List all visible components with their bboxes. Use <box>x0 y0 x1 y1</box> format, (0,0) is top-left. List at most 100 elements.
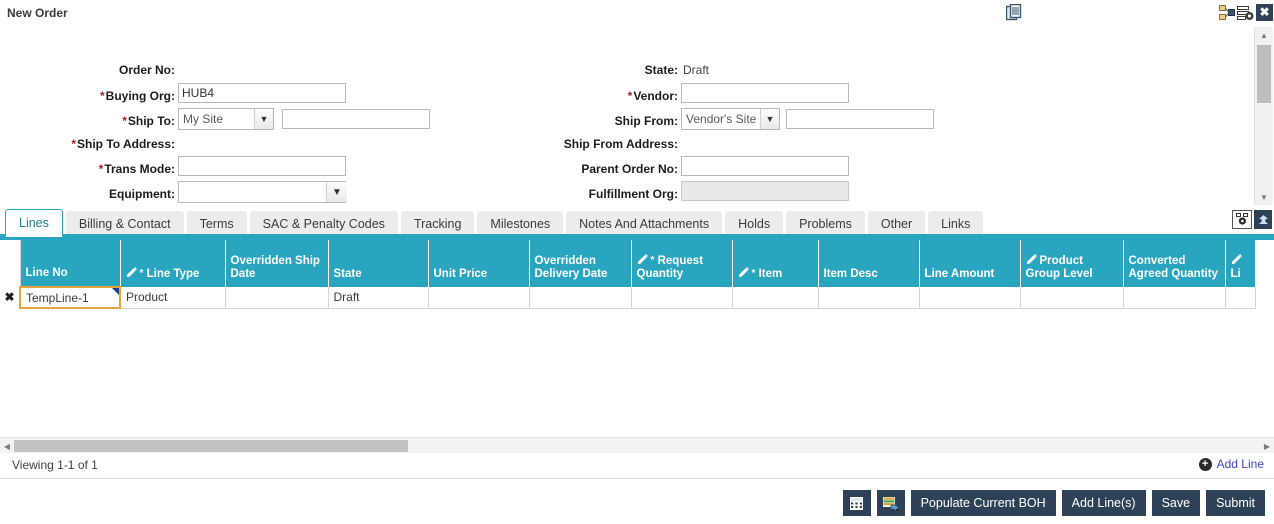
label-equipment: Equipment: <box>109 187 175 201</box>
table-cell[interactable] <box>428 287 530 309</box>
label-vendor: *Vendor: <box>627 89 678 103</box>
label-trans-mode: *Trans Mode: <box>98 162 175 176</box>
add-line-link[interactable]: + Add Line <box>1198 457 1264 471</box>
ship-from-select-value: Vendor's Site <box>686 112 757 126</box>
table-row[interactable]: ✖ TempLine-1 Product Draft <box>0 286 1256 309</box>
table-header-row: Line No * Line Type Overridden Ship Date St… <box>0 240 1256 287</box>
grid-horizontal-scrollbar[interactable]: ◀ ▶ <box>0 437 1274 454</box>
documents-copy-icon[interactable] <box>1005 3 1024 22</box>
inventory-truck-icon[interactable] <box>876 490 905 516</box>
column-header-label: Overridden Delivery Date <box>534 255 608 280</box>
form-vertical-scrollbar[interactable]: ▲ ▼ <box>1254 27 1273 205</box>
buying-org-input[interactable] <box>178 83 346 103</box>
table-cell[interactable] <box>919 287 1021 309</box>
required-asterisk: * <box>751 268 756 279</box>
scroll-down-arrow-icon[interactable]: ▼ <box>1255 189 1273 205</box>
table-cell[interactable]: Product <box>120 287 226 309</box>
fulfillment-org-input <box>681 181 849 201</box>
label-fulfillment-org: Fulfillment Org: <box>588 187 678 201</box>
scroll-up-arrow-icon[interactable]: ▲ <box>1255 27 1273 43</box>
tab-bar: Lines Billing & Contact Terms SAC & Penalty… <box>0 206 1274 237</box>
lines-grid[interactable]: Line No * Line Type Overridden Ship Date St… <box>0 237 1274 438</box>
tab-lines[interactable]: Lines <box>5 209 63 237</box>
label-ship-to: *Ship To: <box>122 114 175 128</box>
cell-value: TempLine-1 <box>26 290 89 305</box>
column-header-overridden-ship-date[interactable]: Overridden Ship Date <box>225 240 329 287</box>
column-header-label: Line Amount <box>924 268 995 280</box>
equipment-chevron-down-icon[interactable]: ▼ <box>326 182 347 202</box>
trans-mode-input[interactable] <box>178 156 346 176</box>
gear-icon[interactable] <box>1232 210 1252 229</box>
table-cell[interactable] <box>732 287 819 309</box>
grid-status-bar: Viewing 1-1 of 1 + Add Line <box>0 453 1274 479</box>
column-header-line-no[interactable]: Line No <box>20 240 121 287</box>
delete-row-button[interactable]: ✖ <box>0 287 20 308</box>
column-header-label: Item Desc <box>823 268 878 280</box>
column-header-item[interactable]: * Item <box>732 240 819 287</box>
calculator-icon[interactable] <box>842 490 871 516</box>
close-button[interactable]: ✖ <box>1256 4 1273 21</box>
table-cell[interactable] <box>818 287 920 309</box>
horizontal-scroll-thumb[interactable] <box>14 440 408 452</box>
column-header-overridden-delivery-date[interactable]: Overridden Delivery Date <box>529 240 632 287</box>
tab-bar-tools <box>1232 210 1272 229</box>
column-header-label: State <box>333 268 362 280</box>
column-header-label: Line No <box>25 267 68 279</box>
label-order-no: Order No: <box>118 63 175 77</box>
ship-to-select-value: My Site <box>183 112 224 126</box>
ship-to-select[interactable]: My Site ▼ <box>178 108 274 130</box>
table-cell[interactable] <box>529 287 632 309</box>
required-asterisk: * <box>627 89 633 103</box>
column-header-label: Line Type <box>146 268 200 280</box>
label-ship-from: Ship From: <box>614 114 678 128</box>
required-asterisk: * <box>98 162 104 176</box>
column-header-line-amount[interactable]: Line Amount <box>919 240 1021 287</box>
table-cell[interactable]: TempLine-1 <box>19 286 121 309</box>
grid-settings-icon[interactable] <box>1237 5 1254 21</box>
column-header-label: Unit Price <box>433 268 488 280</box>
scroll-right-arrow-icon[interactable]: ▶ <box>1260 438 1274 454</box>
ship-from-value-input[interactable] <box>786 109 934 129</box>
table-cell[interactable]: Draft <box>328 287 429 309</box>
ship-from-select[interactable]: Vendor's Site ▼ <box>681 108 780 130</box>
vendor-input[interactable] <box>681 83 849 103</box>
table-cell[interactable] <box>1020 287 1124 309</box>
vertical-scroll-thumb[interactable] <box>1257 45 1271 103</box>
column-header-product-group-level[interactable]: Product Group Level <box>1020 240 1124 287</box>
table-cell[interactable] <box>631 287 733 309</box>
table-cell[interactable] <box>1123 287 1226 309</box>
column-header-item-desc[interactable]: Item Desc <box>818 240 920 287</box>
table-cell[interactable] <box>225 287 329 309</box>
save-button[interactable]: Save <box>1151 490 1201 516</box>
column-header-converted-agreed-quantity[interactable]: Converted Agreed Quantity <box>1123 240 1226 287</box>
submit-button[interactable]: Submit <box>1206 490 1265 516</box>
column-header-label: Li <box>1230 268 1241 280</box>
label-buying-org: *Buying Org: <box>100 89 175 103</box>
chevron-down-icon: ▼ <box>760 109 779 129</box>
chevron-down-icon: ▼ <box>254 109 273 129</box>
page-title: New Order <box>7 6 68 20</box>
table-cell[interactable] <box>1225 287 1256 309</box>
label-state: State: <box>644 63 678 77</box>
cell-corner-marker <box>112 289 118 295</box>
scroll-left-arrow-icon[interactable]: ◀ <box>0 438 14 454</box>
column-header-state[interactable]: State <box>328 240 429 287</box>
lines-table-body: ✖ TempLine-1 Product Draft <box>0 286 1256 309</box>
populate-current-boh-button[interactable]: Populate Current BOH <box>910 490 1056 516</box>
column-header-unit-price[interactable]: Unit Price <box>428 240 530 287</box>
column-header-line-type[interactable]: * Line Type <box>120 240 226 287</box>
collapse-icon[interactable] <box>1254 210 1272 229</box>
ship-to-value-input[interactable] <box>282 109 430 129</box>
parent-order-no-input[interactable] <box>681 156 849 176</box>
copy-icon[interactable] <box>1219 5 1235 21</box>
order-form: Order No: *Buying Org: *Ship To: My Site… <box>0 27 1250 205</box>
column-header-request-quantity[interactable]: * Request Quantity <box>631 240 733 287</box>
plus-circle-icon: + <box>1198 457 1212 471</box>
add-line-s-button[interactable]: Add Line(s) <box>1061 490 1146 516</box>
required-asterisk: * <box>71 137 76 151</box>
required-asterisk: * <box>122 114 127 128</box>
equipment-select[interactable] <box>178 181 346 203</box>
column-header-label: Converted Agreed Quantity <box>1128 255 1218 280</box>
required-asterisk: * <box>650 255 655 266</box>
column-header-li[interactable]: Li <box>1225 240 1256 287</box>
